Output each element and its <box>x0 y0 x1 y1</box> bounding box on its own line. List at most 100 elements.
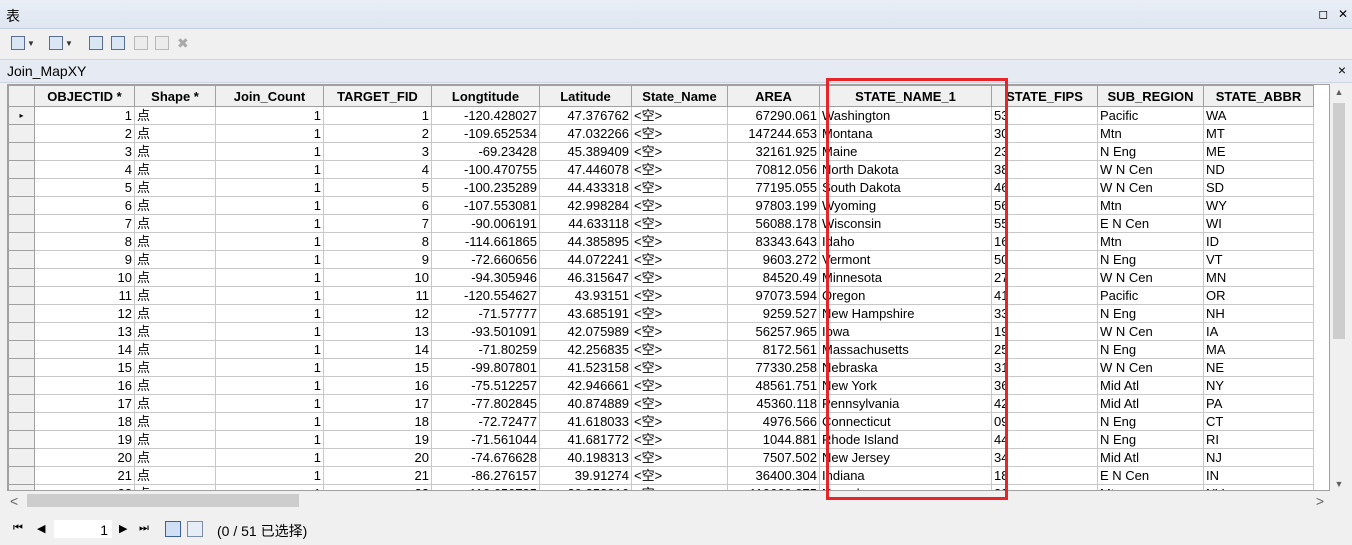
table-cell[interactable]: -120.428027 <box>431 106 540 125</box>
table-cell[interactable]: 点 <box>134 466 216 485</box>
table-cell[interactable]: <空> <box>631 232 728 251</box>
table-cell[interactable]: 2 <box>34 124 135 143</box>
table-cell[interactable]: 39.91274 <box>539 466 632 485</box>
table-cell[interactable]: MN <box>1203 268 1314 287</box>
table-cell[interactable]: 9 <box>323 250 432 269</box>
table-cell[interactable]: 点 <box>134 250 216 269</box>
table-cell[interactable]: <空> <box>631 304 728 323</box>
table-cell[interactable]: 1 <box>215 124 324 143</box>
table-cell[interactable]: -90.006191 <box>431 214 540 233</box>
column-header[interactable]: AREA <box>727 85 820 107</box>
table-cell[interactable]: -71.57777 <box>431 304 540 323</box>
table-cell[interactable]: 13 <box>34 322 135 341</box>
table-cell[interactable]: 1 <box>323 106 432 125</box>
table-cell[interactable]: <空> <box>631 322 728 341</box>
column-header[interactable]: Longtitude <box>431 85 540 107</box>
table-cell[interactable]: 1 <box>215 214 324 233</box>
row-selector[interactable] <box>8 322 35 341</box>
table-cell[interactable]: MT <box>1203 124 1314 143</box>
last-record-icon[interactable]: ⏭ <box>139 522 149 535</box>
clear-selection-button[interactable] <box>134 34 148 52</box>
table-cell[interactable]: 6 <box>34 196 135 215</box>
table-cell[interactable]: 12 <box>323 304 432 323</box>
table-cell[interactable]: -109.652534 <box>431 124 540 143</box>
table-cell[interactable]: -107.553081 <box>431 196 540 215</box>
table-cell[interactable]: 53 <box>991 106 1098 125</box>
table-cell[interactable]: 1 <box>215 376 324 395</box>
table-cell[interactable]: <空> <box>631 196 728 215</box>
table-options-button[interactable]: ▼ <box>11 34 35 52</box>
row-selector[interactable] <box>8 358 35 377</box>
table-cell[interactable]: -86.276157 <box>431 466 540 485</box>
table-cell[interactable]: <空> <box>631 160 728 179</box>
column-header[interactable]: Shape * <box>134 85 216 107</box>
table-cell[interactable]: 21 <box>34 466 135 485</box>
table-cell[interactable]: 42.075989 <box>539 322 632 341</box>
table-cell[interactable]: -71.80259 <box>431 340 540 359</box>
table-cell[interactable]: 19 <box>991 322 1098 341</box>
table-cell[interactable]: 42 <box>991 394 1098 413</box>
table-cell[interactable]: -75.512257 <box>431 376 540 395</box>
row-selector[interactable] <box>8 142 35 161</box>
table-cell[interactable]: 56257.965 <box>727 322 820 341</box>
table-cell[interactable]: 1 <box>215 412 324 431</box>
table-cell[interactable]: 点 <box>134 340 216 359</box>
vertical-scrollbar[interactable]: ▲ ▼ <box>1330 85 1348 491</box>
table-cell[interactable]: 56088.178 <box>727 214 820 233</box>
table-row[interactable]: 4 点 1 4 -100.470755 47.446078 <空> 70812.056 Nort… <box>8 160 1314 179</box>
table-row[interactable]: 3 点 1 3 -69.23428 45.389409 <空> 32161.925 Maine 2… <box>8 142 1314 161</box>
table-cell[interactable]: 1 <box>215 430 324 449</box>
row-selector[interactable] <box>8 178 35 197</box>
table-cell[interactable]: E N Cen <box>1097 466 1204 485</box>
table-cell[interactable]: <空> <box>631 106 728 125</box>
table-cell[interactable]: <空> <box>631 286 728 305</box>
table-cell[interactable]: N Eng <box>1097 430 1204 449</box>
table-cell[interactable]: 40.198313 <box>539 448 632 467</box>
table-cell[interactable]: North Dakota <box>819 160 992 179</box>
table-cell[interactable]: 1 <box>215 394 324 413</box>
table-cell[interactable]: 1 <box>34 106 135 125</box>
table-cell[interactable]: 33 <box>991 304 1098 323</box>
column-header[interactable]: TARGET_FID <box>323 85 432 107</box>
table-cell[interactable]: 83343.643 <box>727 232 820 251</box>
table-cell[interactable]: 点 <box>134 160 216 179</box>
table-cell[interactable]: New York <box>819 376 992 395</box>
restore-button[interactable]: ◻ <box>1316 7 1330 21</box>
table-cell[interactable]: 1 <box>215 448 324 467</box>
table-cell[interactable]: 18 <box>34 412 135 431</box>
table-cell[interactable]: 1 <box>215 322 324 341</box>
horizontal-scrollbar[interactable]: < > <box>7 491 1330 511</box>
table-cell[interactable]: 42.946661 <box>539 376 632 395</box>
table-cell[interactable]: Mid Atl <box>1097 448 1204 467</box>
table-cell[interactable]: 43.93151 <box>539 286 632 305</box>
table-cell[interactable]: 16 <box>34 376 135 395</box>
table-cell[interactable]: 32161.925 <box>727 142 820 161</box>
table-cell[interactable]: Pennsylvania <box>819 394 992 413</box>
table-cell[interactable]: W N Cen <box>1097 178 1204 197</box>
table-cell[interactable]: 点 <box>134 124 216 143</box>
table-row[interactable]: 15 点 1 15 -99.807801 41.523158 <空> 77330.258 Neb… <box>8 358 1314 377</box>
table-cell[interactable]: 点 <box>134 286 216 305</box>
table-row[interactable]: 17 点 1 17 -77.802845 40.874889 <空> 45360.118 Pen… <box>8 394 1314 413</box>
table-cell[interactable]: 50 <box>991 250 1098 269</box>
table-cell[interactable]: 1 <box>215 304 324 323</box>
table-row[interactable]: 7 点 1 7 -90.006191 44.633118 <空> 56088.178 Wisco… <box>8 214 1314 233</box>
row-selector[interactable] <box>8 250 35 269</box>
table-cell[interactable]: 77330.258 <box>727 358 820 377</box>
table-cell[interactable]: 点 <box>134 196 216 215</box>
column-header[interactable]: State_Name <box>631 85 728 107</box>
table-cell[interactable]: 44.633118 <box>539 214 632 233</box>
table-cell[interactable]: Vermont <box>819 250 992 269</box>
table-cell[interactable]: SD <box>1203 178 1314 197</box>
table-cell[interactable]: 45360.118 <box>727 394 820 413</box>
table-cell[interactable]: 13 <box>323 322 432 341</box>
table-cell[interactable]: 16 <box>323 376 432 395</box>
table-cell[interactable]: WY <box>1203 196 1314 215</box>
table-cell[interactable]: 17 <box>34 394 135 413</box>
related-tables-button[interactable]: ▼ <box>49 34 73 52</box>
table-cell[interactable]: 1 <box>215 232 324 251</box>
row-selector[interactable] <box>8 430 35 449</box>
table-cell[interactable]: 36 <box>991 376 1098 395</box>
table-row[interactable]: 6 点 1 6 -107.553081 42.998284 <空> 97803.199 Wyom… <box>8 196 1314 215</box>
row-selector[interactable] <box>8 448 35 467</box>
